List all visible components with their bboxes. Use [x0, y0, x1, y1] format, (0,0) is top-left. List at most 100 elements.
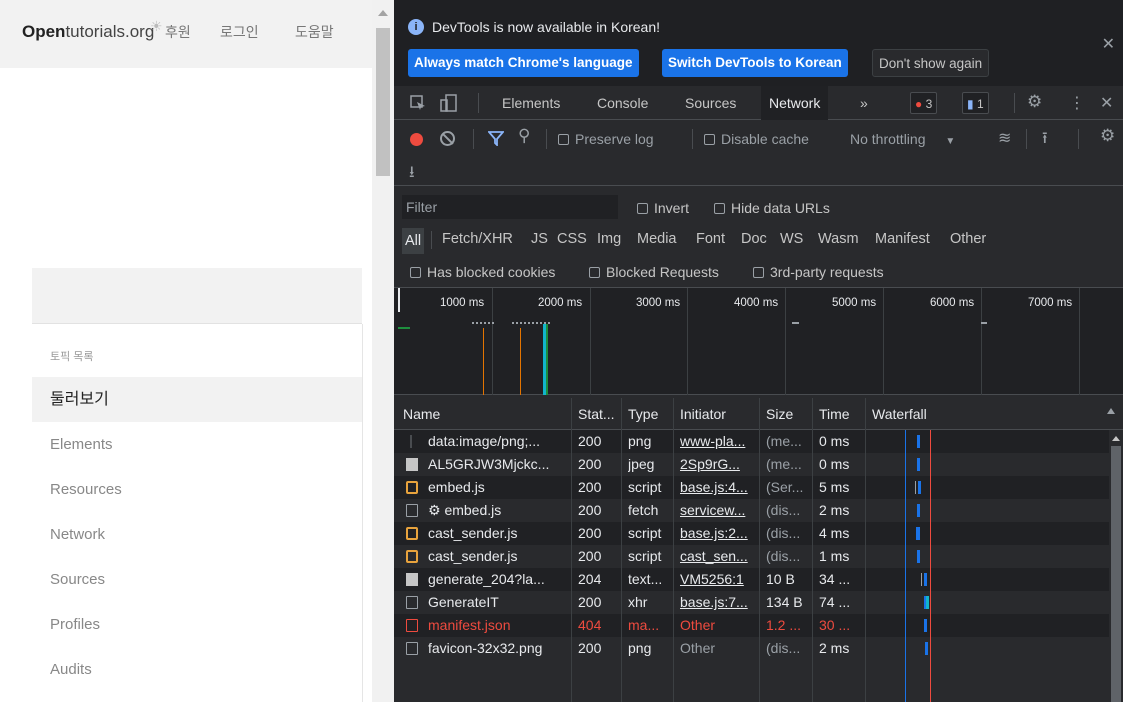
more-options-icon[interactable]: ⋮	[1069, 93, 1085, 113]
cell-size: (me...	[766, 456, 802, 472]
scroll-up-icon[interactable]	[378, 10, 388, 16]
import-har-icon[interactable]: ⭱	[1042, 127, 1048, 154]
type-filter-css[interactable]: CSS	[557, 231, 587, 247]
sort-icon[interactable]	[1107, 408, 1115, 414]
hide-data-urls-checkbox[interactable]: Hide data URLs	[714, 200, 830, 216]
third-party-requests-checkbox[interactable]: 3rd-party requests	[753, 264, 884, 280]
search-icon[interactable]: ⚲	[518, 126, 530, 146]
more-tabs-button[interactable]: »	[860, 86, 868, 120]
inspect-element-icon[interactable]	[410, 95, 426, 111]
nav-help[interactable]: 도움말	[295, 22, 334, 42]
cell-name: data:image/png;...	[428, 433, 541, 449]
tab-sources[interactable]: Sources	[685, 86, 736, 120]
col-name[interactable]: Name	[397, 398, 440, 430]
cell-initiator[interactable]: base.js:4...	[680, 476, 756, 499]
preserve-log-checkbox[interactable]: Preserve log	[558, 131, 654, 147]
type-filter-media[interactable]: Media	[637, 231, 677, 247]
blocked-requests-checkbox[interactable]: Blocked Requests	[589, 264, 719, 280]
table-row[interactable]: generate_204?la... 204 text... VM5256:1 10 B…	[394, 568, 1109, 591]
scroll-up-icon[interactable]	[1112, 436, 1120, 441]
menu-item-sources[interactable]: Sources	[32, 557, 362, 602]
nav-login[interactable]: 로그인	[220, 22, 259, 42]
table-row[interactable]: AL5GRJW3Mjckc... 200 jpeg 2Sp9rG... (me... 0 …	[394, 453, 1109, 476]
page-scrollbar[interactable]	[372, 0, 394, 702]
record-icon[interactable]	[410, 133, 423, 146]
cell-initiator[interactable]: www-pla...	[680, 430, 756, 453]
has-blocked-cookies-checkbox[interactable]: Has blocked cookies	[410, 264, 555, 280]
tick-6000: 6000 ms	[930, 297, 975, 309]
table-row[interactable]: cast_sender.js 200 script cast_sen... (dis..…	[394, 545, 1109, 568]
table-row[interactable]: manifest.json 404 ma... Other 1.2 ... 30 ...	[394, 614, 1109, 637]
table-scroll-thumb[interactable]	[1111, 446, 1121, 702]
cell-size: 10 B	[766, 571, 795, 587]
settings-gear-icon[interactable]: ⚙	[1027, 92, 1042, 112]
tab-elements[interactable]: Elements	[502, 86, 560, 120]
dont-show-again-button[interactable]: Don't show again	[872, 49, 990, 77]
blocked-filters: Has blocked cookies Blocked Requests 3rd…	[394, 261, 1123, 287]
close-icon[interactable]: ✕	[1102, 34, 1115, 54]
cell-status: 204	[578, 571, 602, 587]
scroll-thumb[interactable]	[376, 28, 390, 176]
col-type[interactable]: Type	[622, 398, 658, 430]
clear-icon[interactable]	[440, 131, 455, 146]
table-row[interactable]: embed.js 200 script base.js:4... (Ser... 5 ms	[394, 476, 1109, 499]
invert-checkbox[interactable]: Invert	[637, 200, 689, 216]
filter-icon[interactable]	[488, 130, 504, 146]
menu-item-overview[interactable]: 둘러보기	[32, 377, 362, 422]
type-filter-other[interactable]: Other	[950, 231, 986, 247]
type-filter-font[interactable]: Font	[696, 231, 725, 247]
table-row[interactable]: data:image/png;... 200 png www-pla... (me...…	[394, 430, 1109, 453]
filter-input[interactable]: Filter	[402, 195, 618, 219]
messages-badge[interactable]: ▮ 1	[962, 92, 989, 114]
cell-initiator[interactable]: VM5256:1	[680, 568, 756, 591]
col-time[interactable]: Time	[813, 398, 850, 430]
nav-donate[interactable]: 후원	[165, 22, 191, 42]
close-devtools-icon[interactable]: ✕	[1100, 93, 1113, 113]
type-filter-all[interactable]: All	[402, 228, 425, 254]
network-settings-icon[interactable]: ⚙	[1100, 126, 1115, 146]
waterfall-bar	[918, 481, 921, 494]
type-filter-doc[interactable]: Doc	[741, 231, 767, 247]
tab-console[interactable]: Console	[597, 86, 648, 120]
type-filter-fetch-xhr[interactable]: Fetch/XHR	[442, 231, 513, 247]
timeline-overview[interactable]: 1000 ms 2000 ms 3000 ms 4000 ms 5000 ms …	[394, 287, 1123, 395]
menu-item-network[interactable]: Network	[32, 512, 362, 557]
col-waterfall[interactable]: Waterfall	[866, 398, 927, 430]
site-logo[interactable]: Opentutorials.org	[22, 22, 154, 42]
table-row[interactable]: favicon-32x32.png 200 png Other (dis... 2 ms	[394, 637, 1109, 660]
throttling-select[interactable]: No throttling ▼	[850, 131, 955, 147]
switch-korean-button[interactable]: Switch DevTools to Korean	[662, 49, 848, 77]
theme-sun-icon[interactable]: ☀	[150, 18, 163, 35]
menu-item-resources[interactable]: Resources	[32, 467, 362, 512]
type-filter-ws[interactable]: WS	[780, 231, 803, 247]
match-language-button[interactable]: Always match Chrome's language	[408, 49, 639, 77]
cell-initiator[interactable]: 2Sp9rG...	[680, 453, 756, 476]
network-conditions-icon[interactable]: ≋	[998, 128, 1011, 148]
export-har-icon[interactable]: ⭳	[409, 161, 415, 188]
col-status[interactable]: Stat...	[572, 398, 615, 430]
table-scrollbar[interactable]	[1109, 430, 1123, 702]
menu-item-elements[interactable]: Elements	[32, 422, 362, 467]
cell-initiator[interactable]: base.js:7...	[680, 591, 756, 614]
cell-initiator[interactable]: servicew...	[680, 499, 756, 522]
errors-badge[interactable]: ● 3	[910, 92, 938, 114]
table-row[interactable]: GenerateIT 200 xhr base.js:7... 134 B 74 ...	[394, 591, 1109, 614]
script-icon	[406, 481, 418, 494]
col-initiator[interactable]: Initiator	[674, 398, 726, 430]
topic-search[interactable]	[32, 268, 362, 324]
col-size[interactable]: Size	[760, 398, 793, 430]
type-filter-img[interactable]: Img	[597, 231, 621, 247]
tab-network[interactable]: Network	[761, 86, 829, 120]
cell-initiator[interactable]: cast_sen...	[680, 545, 756, 568]
menu-item-audits[interactable]: Audits	[32, 647, 362, 692]
menu-item-profiles[interactable]: Profiles	[32, 602, 362, 647]
doc-icon	[406, 573, 418, 586]
type-filter-manifest[interactable]: Manifest	[875, 231, 930, 247]
table-row[interactable]: cast_sender.js 200 script base.js:2... (dis.…	[394, 522, 1109, 545]
type-filter-wasm[interactable]: Wasm	[818, 231, 859, 247]
table-row[interactable]: ⚙ embed.js 200 fetch servicew... (dis... 2 ms	[394, 499, 1109, 522]
disable-cache-checkbox[interactable]: Disable cache	[704, 131, 809, 147]
device-toolbar-icon[interactable]	[440, 94, 458, 112]
type-filter-js[interactable]: JS	[531, 231, 548, 247]
cell-initiator[interactable]: base.js:2...	[680, 522, 756, 545]
